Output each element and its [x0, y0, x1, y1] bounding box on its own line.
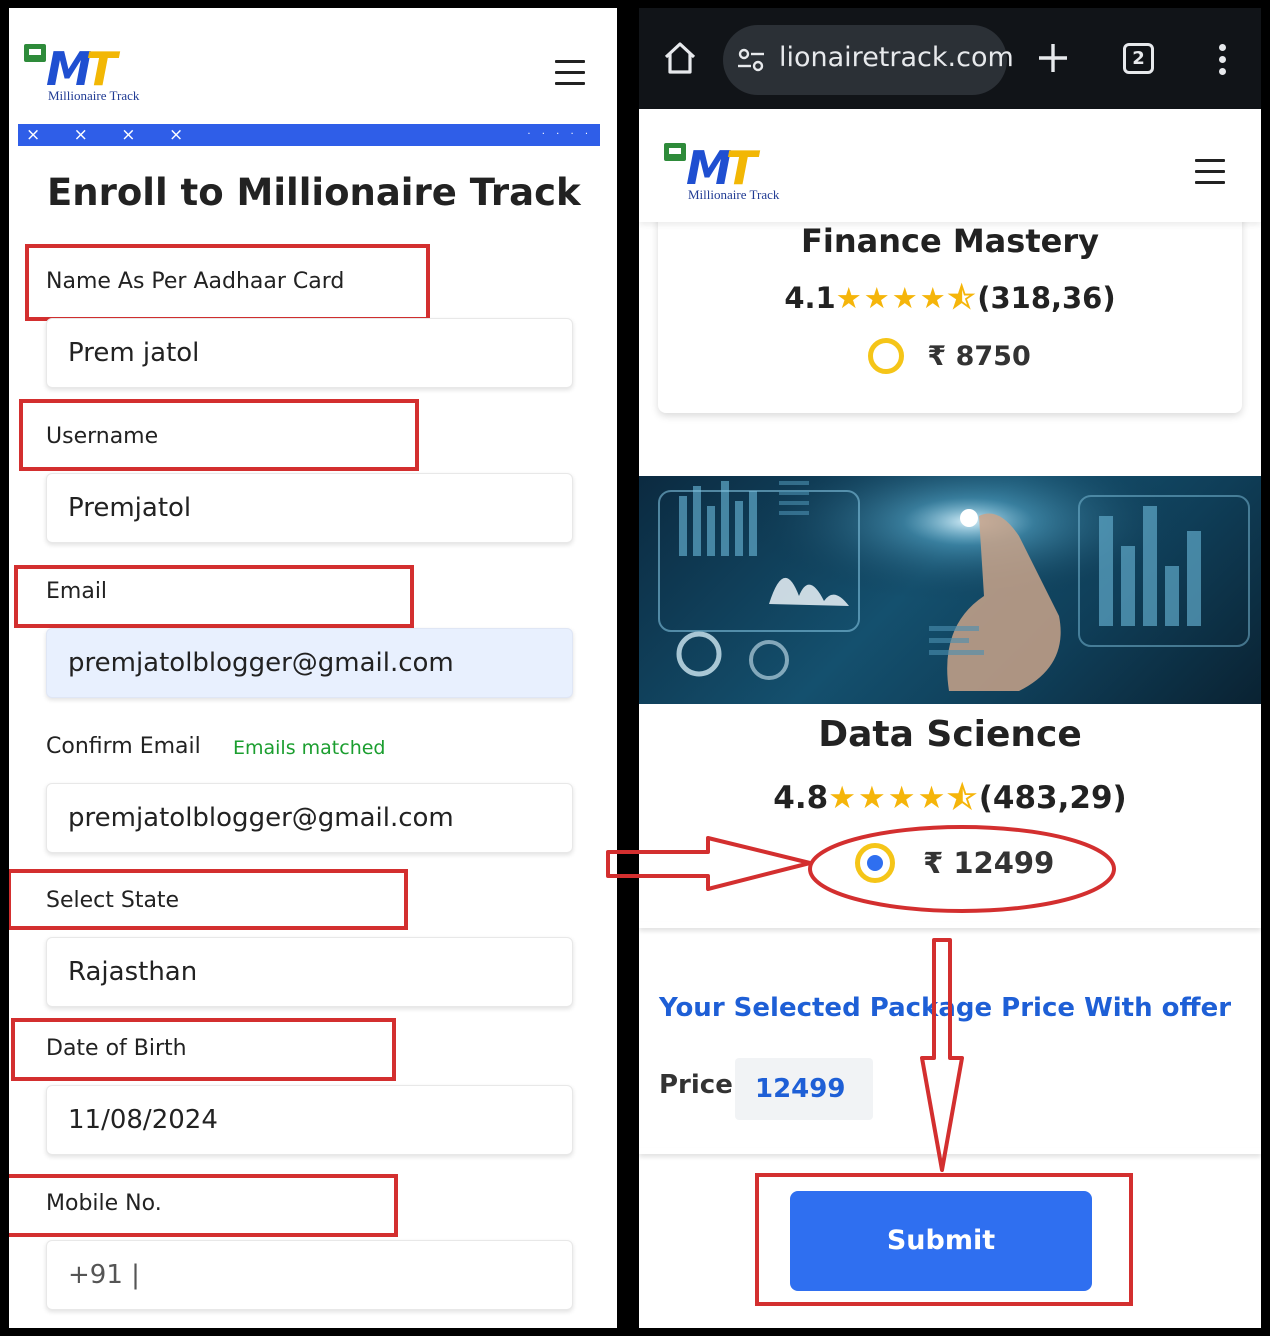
course-title: Data Science — [818, 714, 1082, 755]
site-settings-icon[interactable] — [737, 48, 765, 72]
dob-input[interactable]: 11/08/2024 — [46, 1085, 573, 1155]
username-label: Username — [46, 424, 159, 449]
logo-subtitle: Millionaire Track — [48, 88, 140, 103]
dob-label: Date of Birth — [46, 1036, 187, 1061]
state-label: Select State — [46, 888, 180, 913]
home-icon[interactable] — [663, 41, 697, 75]
graduation-cap-icon — [664, 143, 686, 161]
star-rating-icon: ★★★★⯪ — [835, 281, 978, 315]
submit-button[interactable]: Submit — [790, 1191, 1092, 1291]
section-divider — [639, 922, 1261, 928]
course-rating: 4.8★★★★⯪(483,29) — [773, 780, 1127, 816]
data-science-image — [639, 476, 1261, 704]
decorative-banner: × × × × · · · · · — [18, 124, 600, 146]
hamburger-menu-icon[interactable] — [555, 60, 585, 85]
course-selection-screen: lionairetrack.com 2 MT Millionaire Track… — [639, 8, 1261, 1328]
confirm-email-label: Confirm Email — [46, 734, 201, 759]
course-title: Finance Mastery — [801, 222, 1099, 260]
hamburger-menu-icon[interactable] — [1195, 159, 1225, 184]
enroll-form-screen: MT Millionaire Track × × × × · · · · · En… — [9, 8, 617, 1328]
site-logo[interactable]: MT Millionaire Track — [24, 44, 154, 104]
state-select[interactable]: Rajasthan — [46, 937, 573, 1007]
graduation-cap-icon — [24, 44, 46, 62]
price-option-selected[interactable]: ₹ 12499 — [855, 843, 1054, 883]
name-input[interactable]: Prem jatol — [46, 318, 573, 388]
logo-subtitle: Millionaire Track — [688, 187, 780, 202]
logo-mark: MT — [46, 42, 117, 96]
tab-switcher-icon[interactable]: 2 — [1123, 43, 1154, 74]
browser-toolbar: lionairetrack.com 2 — [639, 8, 1261, 109]
selected-package-title: Your Selected Package Price With offer — [659, 993, 1232, 1023]
radio-unselected-icon[interactable] — [868, 338, 904, 374]
address-bar[interactable]: lionairetrack.com — [723, 25, 1014, 95]
section-divider — [639, 1148, 1261, 1154]
emails-matched-status: Emails matched — [233, 737, 386, 759]
star-rating-icon: ★★★★⯪ — [828, 780, 979, 816]
page-title: Enroll to Millionaire Track — [47, 171, 581, 214]
price-option[interactable]: ₹ 8750 — [868, 338, 1031, 374]
email-label: Email — [46, 579, 108, 604]
course-rating: 4.1★★★★⯪(318,36) — [784, 281, 1116, 315]
name-label: Name As Per Aadhaar Card — [46, 269, 345, 294]
mobile-input[interactable]: +91 | — [46, 1240, 573, 1310]
username-input[interactable]: Premjatol — [46, 473, 573, 543]
site-logo[interactable]: MT Millionaire Track — [664, 143, 794, 203]
more-menu-icon[interactable] — [1219, 44, 1227, 76]
radio-selected-icon[interactable] — [855, 843, 895, 883]
new-tab-icon[interactable] — [1036, 41, 1070, 75]
confirm-email-input[interactable]: premjatolblogger@gmail.com — [46, 783, 573, 853]
url-text: lionairetrack.com — [779, 42, 1014, 73]
price-label: Price: — [659, 1070, 744, 1100]
price-value: 12499 — [735, 1058, 873, 1120]
logo-mark: MT — [686, 141, 757, 195]
screenshot-root: MT Millionaire Track × × × × · · · · · En… — [0, 0, 1270, 1336]
site-header: MT Millionaire Track — [639, 109, 1261, 222]
email-input[interactable]: premjatolblogger@gmail.com — [46, 628, 573, 698]
mobile-label: Mobile No. — [46, 1191, 162, 1216]
